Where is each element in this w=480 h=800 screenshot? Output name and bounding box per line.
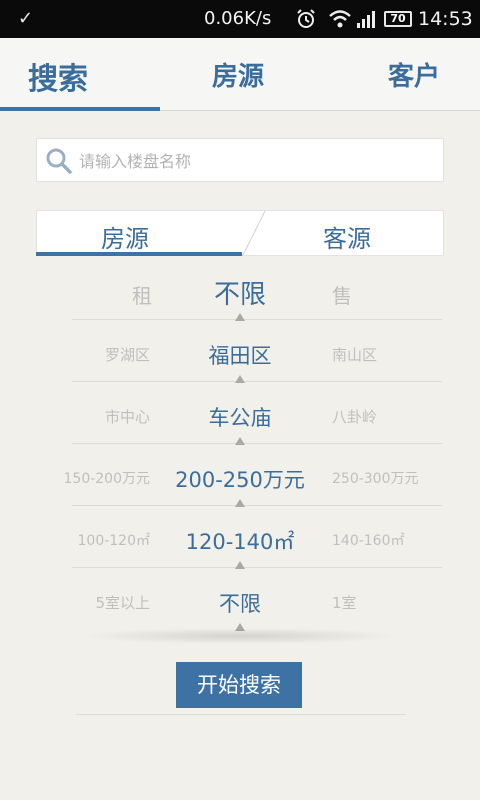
network-speed: 0.06K/s: [204, 8, 272, 29]
picker-option-right[interactable]: 售: [332, 280, 352, 309]
tab-search[interactable]: 搜索: [28, 54, 88, 98]
battery-level: 70: [390, 12, 406, 25]
start-search-button[interactable]: 开始搜索: [176, 662, 302, 708]
segment-client[interactable]: 客源: [323, 219, 371, 254]
picker-row-price[interactable]: 150-200万元 200-250万元 250-300万元: [0, 444, 480, 507]
picker-option-right[interactable]: 南山区: [332, 344, 377, 365]
picker-option-selected[interactable]: 车公庙: [0, 402, 480, 432]
battery-icon: 70: [384, 11, 412, 27]
picker-option-selected[interactable]: 120-140㎡: [0, 526, 480, 556]
search-box[interactable]: [36, 138, 444, 182]
top-tab-bar: 搜索 房源 客户: [0, 38, 480, 111]
picker-option-right[interactable]: 1室: [332, 592, 357, 613]
segment-house[interactable]: 房源: [101, 219, 149, 254]
tab-client[interactable]: 客户: [388, 56, 440, 93]
check-icon: ✓: [18, 8, 34, 29]
picker-shadow: [80, 628, 400, 644]
picker-option-selected[interactable]: 不限: [0, 274, 480, 311]
bottom-divider: [76, 714, 406, 715]
picker-row-rooms[interactable]: 5室以上 不限 1室: [0, 568, 480, 631]
picker-row-type[interactable]: 租 不限 售: [0, 258, 480, 321]
picker-option-right[interactable]: 八卦岭: [332, 406, 377, 427]
signal-icon: [357, 11, 375, 28]
search-icon: [46, 148, 72, 174]
clock: 14:53: [418, 8, 473, 30]
status-bar: ✓ 0.06K/s 70 14:53: [0, 0, 480, 38]
picker-row-area[interactable]: 市中心 车公庙 八卦岭: [0, 382, 480, 445]
picker-option-selected[interactable]: 福田区: [0, 340, 480, 370]
alarm-icon: [297, 9, 315, 28]
wifi-icon: [329, 10, 351, 28]
segment-active-indicator: [36, 252, 242, 256]
picker-row-size[interactable]: 100-120㎡ 120-140㎡ 140-160㎡: [0, 506, 480, 569]
segment-control: 房源 客源: [36, 210, 444, 256]
picker-row-district[interactable]: 罗湖区 福田区 南山区: [0, 320, 480, 383]
picker-option-right[interactable]: 250-300万元: [332, 468, 419, 488]
tab-house[interactable]: 房源: [212, 56, 264, 93]
picker-option-selected[interactable]: 不限: [0, 588, 480, 618]
picker-option-right[interactable]: 140-160㎡: [332, 530, 405, 550]
segment-divider: [242, 211, 266, 255]
search-input[interactable]: [77, 145, 441, 177]
active-tab-indicator: [0, 107, 160, 111]
